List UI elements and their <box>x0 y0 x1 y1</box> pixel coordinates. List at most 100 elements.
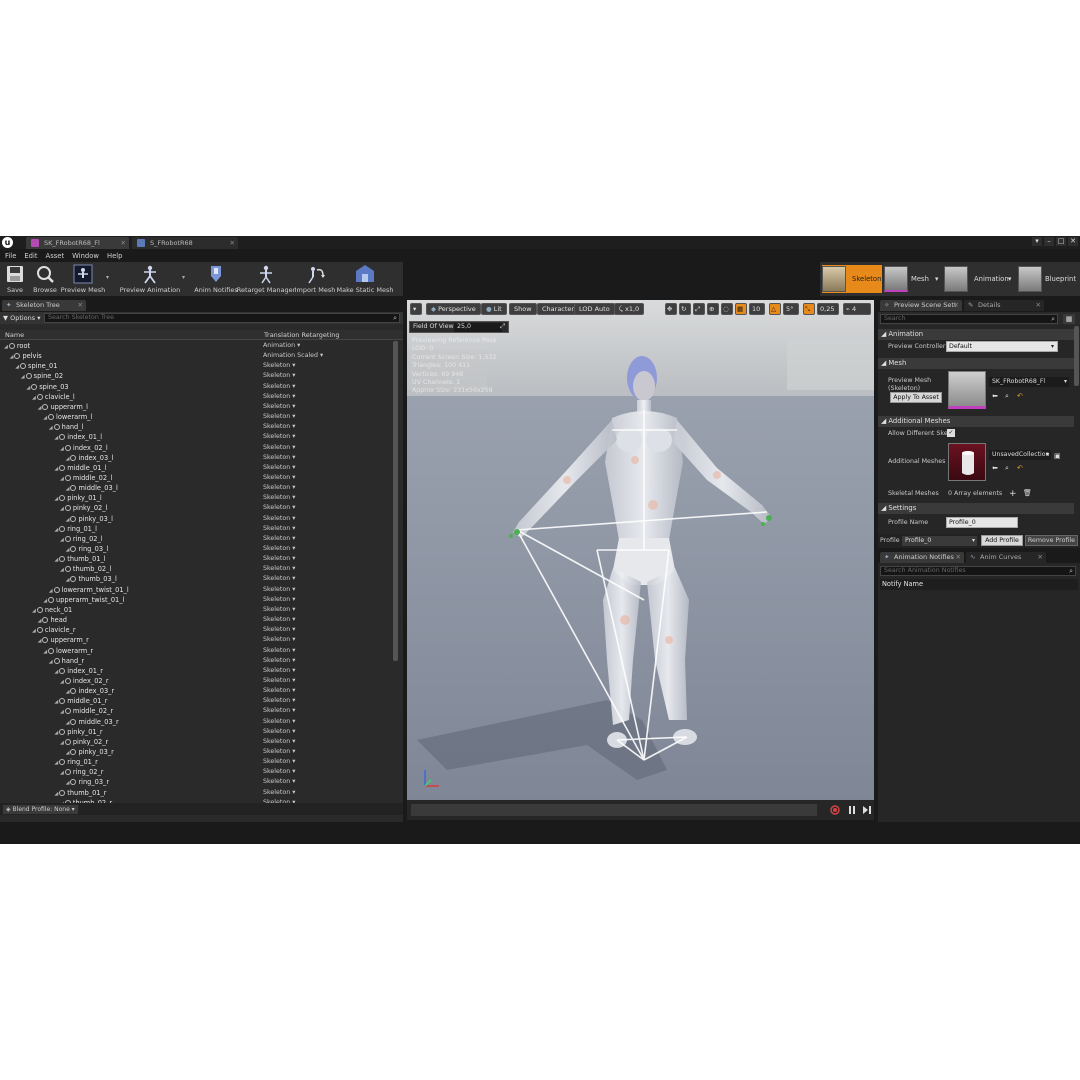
retarget-mode-dropdown[interactable]: Skeleton ▾ <box>263 463 295 473</box>
retarget-mode-dropdown[interactable]: Skeleton ▾ <box>263 788 295 798</box>
bone-row[interactable]: ◢ hand_l Skeleton ▾ <box>0 422 396 432</box>
expand-arrow-icon[interactable]: ◢ <box>66 689 70 695</box>
save-collection-icon[interactable]: ▣ <box>1054 452 1061 460</box>
retarget-mode-dropdown[interactable]: Skeleton ▾ <box>263 361 295 371</box>
retarget-mode-dropdown[interactable]: Skeleton ▾ <box>263 412 295 422</box>
retarget-mode-dropdown[interactable]: Skeleton ▾ <box>263 747 295 757</box>
maximize-icon[interactable]: □ <box>1056 237 1066 246</box>
skeleton-search-input[interactable]: Search Skeleton Tree ⌕ <box>44 313 400 323</box>
playback-speed-button[interactable]: ⤹ x1,0 <box>614 303 645 315</box>
expand-arrow-icon[interactable]: ◢ <box>66 456 70 462</box>
options-button[interactable]: ▼ Options ▾ <box>3 313 41 323</box>
character-button[interactable]: Character <box>537 303 580 315</box>
save-button[interactable]: Save <box>0 262 30 296</box>
expand-arrow-icon[interactable]: ◢ <box>66 720 70 726</box>
section-additional-meshes[interactable]: ◢ Additional Meshes <box>878 416 1074 427</box>
use-selected-arrow-icon[interactable]: ⬅ <box>992 392 998 400</box>
bone-row[interactable]: ◢ spine_02 Skeleton ▾ <box>0 371 396 381</box>
translate-icon[interactable]: ✥ <box>665 303 677 315</box>
mode-skeleton[interactable]: Skeleton <box>822 265 882 293</box>
bone-row[interactable]: ◢ index_01_l Skeleton ▾ <box>0 432 396 442</box>
retarget-mode-dropdown[interactable]: Skeleton ▾ <box>263 757 295 767</box>
expand-arrow-icon[interactable]: ◢ <box>66 547 70 553</box>
tab-skeleton[interactable]: S_FRobotR68 ✕ <box>132 237 238 249</box>
apply-to-asset-button[interactable]: Apply To Asset <box>890 392 942 403</box>
close-icon[interactable]: ✕ <box>954 300 959 311</box>
bone-row[interactable]: ◢ ring_03_l Skeleton ▾ <box>0 544 396 554</box>
retarget-mode-dropdown[interactable]: Skeleton ▾ <box>263 371 295 381</box>
close-icon[interactable]: ✕ <box>1038 552 1043 563</box>
expand-arrow-icon[interactable]: ◢ <box>54 669 58 675</box>
expand-arrow-icon[interactable]: ◢ <box>32 608 36 614</box>
add-profile-button[interactable]: Add Profile <box>981 535 1023 546</box>
preview-mesh-thumbnail[interactable] <box>948 371 986 409</box>
preview-mesh-select[interactable]: SK_FRobotR68_Fl ▾ <box>989 377 1069 387</box>
browse-button[interactable]: Browse <box>30 262 60 296</box>
bone-row[interactable]: ◢ clavicle_r Skeleton ▾ <box>0 625 396 635</box>
expand-arrow-icon[interactable]: ◢ <box>54 791 58 797</box>
forward-icon[interactable] <box>862 805 872 815</box>
lit-button[interactable]: ● Lit <box>481 303 507 315</box>
mode-mesh[interactable]: Mesh ▾ <box>884 265 942 293</box>
retarget-mode-dropdown[interactable]: Skeleton ▾ <box>263 737 295 747</box>
bone-row[interactable]: ◢ ring_02_l Skeleton ▾ <box>0 534 396 544</box>
expand-arrow-icon[interactable]: ◢ <box>32 395 36 401</box>
menu-help[interactable]: Help <box>106 250 130 262</box>
close-icon[interactable]: ✕ <box>78 300 83 311</box>
expand-arrow-icon[interactable]: ◢ <box>54 435 58 441</box>
retarget-manager-button[interactable]: Retarget Manager <box>237 262 295 296</box>
retarget-mode-dropdown[interactable]: Skeleton ▾ <box>263 392 295 402</box>
menu-file[interactable]: File <box>4 250 23 262</box>
lod-button[interactable]: LOD Auto <box>574 303 615 315</box>
retarget-mode-dropdown[interactable]: Skeleton ▾ <box>263 717 295 727</box>
tab-preview-scene-settings[interactable]: ✧ Preview Scene Sett ✕ <box>880 300 962 311</box>
retarget-mode-dropdown[interactable]: Skeleton ▾ <box>263 503 295 513</box>
import-mesh-button[interactable]: Import Mesh <box>294 262 336 296</box>
bone-row[interactable]: ◢ ring_03_r Skeleton ▾ <box>0 777 396 787</box>
section-animation[interactable]: ◢ Animation <box>878 329 1074 340</box>
rotate-icon[interactable]: ↻ <box>679 303 691 315</box>
expand-arrow-icon[interactable]: ◢ <box>54 527 58 533</box>
retarget-mode-dropdown[interactable]: Skeleton ▾ <box>263 666 295 676</box>
expand-arrow-icon[interactable]: ◢ <box>60 506 64 512</box>
tab-animation-notifies[interactable]: ✦ Animation Notifies ✕ <box>880 552 964 563</box>
bone-row[interactable]: ◢ upperarm_l Skeleton ▾ <box>0 402 396 412</box>
profile-name-input[interactable]: Profile_0 <box>946 517 1018 528</box>
bone-row[interactable]: ◢ thumb_01_l Skeleton ▾ <box>0 554 396 564</box>
bone-row[interactable]: ◢ clavicle_l Skeleton ▾ <box>0 392 396 402</box>
retarget-mode-dropdown[interactable]: Skeleton ▾ <box>263 443 295 453</box>
retarget-mode-dropdown[interactable]: Skeleton ▾ <box>263 432 295 442</box>
details-search-input[interactable]: Search ⌕ <box>880 314 1058 324</box>
tab-skeletal-mesh[interactable]: SK_FRobotR68_Fl ✕ <box>26 237 129 249</box>
bone-row[interactable]: ◢ root Animation ▾ <box>0 341 396 351</box>
retarget-mode-dropdown[interactable]: Skeleton ▾ <box>263 615 295 625</box>
bone-row[interactable]: ◢ upperarm_r Skeleton ▾ <box>0 635 396 645</box>
retarget-mode-dropdown[interactable]: Skeleton ▾ <box>263 524 295 534</box>
bone-row[interactable]: ◢ middle_03_l Skeleton ▾ <box>0 483 396 493</box>
column-name[interactable]: Name <box>5 330 24 340</box>
expand-arrow-icon[interactable]: ◢ <box>43 598 47 604</box>
use-selected-arrow-icon[interactable]: ⬅ <box>992 464 998 472</box>
add-element-icon[interactable]: + <box>1009 489 1017 499</box>
expand-arrow-icon[interactable]: ◢ <box>54 730 58 736</box>
retarget-mode-dropdown[interactable]: Skeleton ▾ <box>263 635 295 645</box>
bone-row[interactable]: ◢ middle_01_r Skeleton ▾ <box>0 696 396 706</box>
retarget-mode-dropdown[interactable]: Skeleton ▾ <box>263 483 295 493</box>
expand-arrow-icon[interactable]: ◢ <box>66 486 70 492</box>
expand-arrow-icon[interactable]: ◢ <box>66 517 70 523</box>
expand-arrow-icon[interactable]: ◢ <box>21 374 25 380</box>
bone-row[interactable]: ◢ spine_03 Skeleton ▾ <box>0 382 396 392</box>
bone-row[interactable]: ◢ lowerarm_l Skeleton ▾ <box>0 412 396 422</box>
retarget-mode-dropdown[interactable]: Skeleton ▾ <box>263 534 295 544</box>
retarget-mode-dropdown[interactable]: Skeleton ▾ <box>263 676 295 686</box>
retarget-mode-dropdown[interactable]: Skeleton ▾ <box>263 453 295 463</box>
expand-arrow-icon[interactable]: ◢ <box>49 659 53 665</box>
retarget-mode-dropdown[interactable]: Animation Scaled ▾ <box>263 351 323 361</box>
retarget-mode-dropdown[interactable]: Skeleton ▾ <box>263 574 295 584</box>
bone-row[interactable]: ◢ spine_01 Skeleton ▾ <box>0 361 396 371</box>
retarget-mode-dropdown[interactable]: Skeleton ▾ <box>263 493 295 503</box>
expand-arrow-icon[interactable]: ◢ <box>66 780 70 786</box>
retarget-mode-dropdown[interactable]: Skeleton ▾ <box>263 777 295 787</box>
browse-asset-icon[interactable]: ⌕ <box>1005 464 1009 473</box>
grid-snap-icon[interactable]: ▦ <box>735 303 747 315</box>
